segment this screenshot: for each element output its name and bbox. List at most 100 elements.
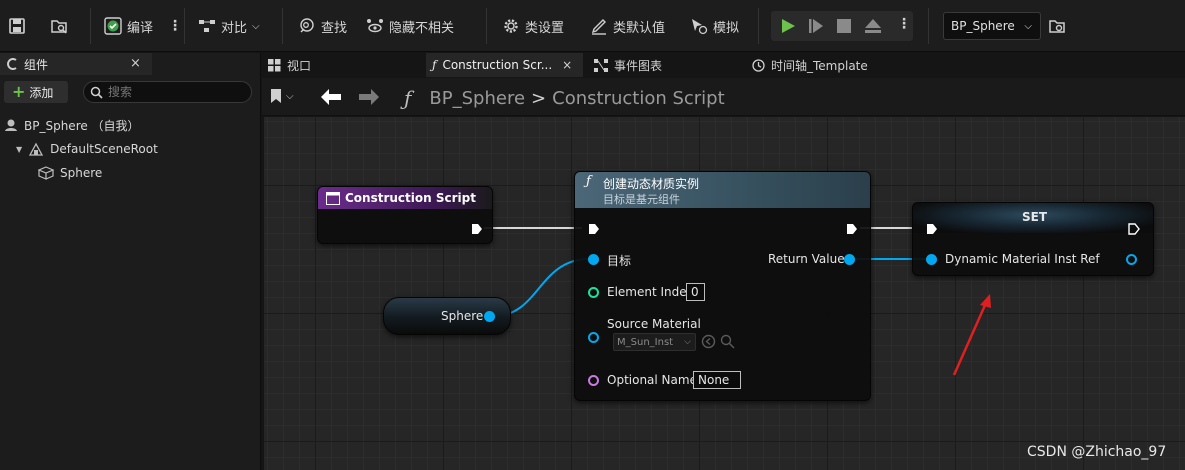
exec-in-pin[interactable] [588,223,600,235]
create-dynamic-material-node[interactable]: ƒ 创建动态材质实例 目标是基元组件 目标 Element Index 0 So… [574,171,871,401]
target-pin[interactable] [588,254,599,265]
use-selected-asset-icon[interactable] [701,334,716,349]
toolbar-divider [928,8,929,44]
close-icon[interactable]: × [130,56,141,71]
tree-item-label: BP_Sphere （自我） [24,118,140,133]
source-material-pin[interactable] [588,332,599,343]
return-value-pin[interactable] [844,254,855,265]
scene-root-icon [29,142,44,156]
tab-event-graph[interactable]: 事件图表 [588,53,738,77]
function-icon: ƒ [404,86,412,110]
compile-options-button[interactable]: ⋮ [168,12,182,40]
node-title: 创建动态材质实例 [603,177,700,191]
target-label: 目标 [607,254,632,268]
annotation-arrow-head [980,294,991,308]
play-options-button[interactable]: ⋮ [897,16,911,32]
event-graph-icon [594,58,608,72]
browse-asset-icon[interactable] [720,334,735,349]
browse-debug-icon[interactable] [1048,17,1066,35]
clock-icon [752,58,765,72]
source-material-label: Source Material [607,317,701,331]
components-icon [7,58,17,70]
find-icon [300,18,314,33]
node-title: Construction Script [345,191,476,205]
tab-construction-script[interactable]: ƒ Construction Scr... × [426,53,583,77]
expand-arrow-icon: ▼ [16,144,23,154]
set-pin-label: Dynamic Material Inst Ref [945,252,1100,266]
set-variable-node[interactable]: SET Dynamic Material Inst Ref [912,202,1154,276]
save-button[interactable] [8,12,26,40]
element-index-pin[interactable] [588,287,599,298]
tab-label: Construction Scr... [442,58,553,72]
dynamic-material-in-pin[interactable] [926,254,937,265]
breadcrumb-root[interactable]: BP_Sphere [429,88,525,109]
exec-out-pin[interactable] [1128,223,1140,235]
tab-label: 视口 [287,58,312,73]
search-input[interactable] [108,85,248,99]
chevron-down-icon: ⌵ [252,20,260,32]
breadcrumb-current: Construction Script [552,87,725,109]
source-material-value: M_Sun_Inst [617,336,674,348]
sphere-variable-node[interactable]: Sphere [383,297,511,335]
bookmark-button[interactable]: ⌵ [270,88,294,104]
node-header: ƒ 创建动态材质实例 目标是基元组件 [575,172,870,208]
close-icon[interactable]: × [562,58,572,72]
exec-in-pin[interactable] [926,223,938,235]
tab-timeline[interactable]: 时间轴_Template [746,53,906,77]
stop-icon[interactable] [837,19,851,33]
tree-item-default-scene-root[interactable]: ▼ DefaultSceneRoot [16,139,158,159]
exec-out-pin[interactable] [471,223,483,235]
compile-label: 编译 [127,20,154,36]
chevron-down-icon: ⌵ [286,90,294,102]
compile-check-icon [104,17,122,35]
hide-unrelated-label: 隐藏不相关 [389,20,455,36]
element-index-field[interactable]: 0 [686,283,705,301]
find-label: 查找 [321,20,348,36]
source-material-select[interactable]: M_Sun_Inst ⌵ [613,333,696,351]
dynamic-material-out-pin[interactable] [1126,254,1137,265]
static-mesh-icon [38,166,54,180]
diff-icon [199,20,215,32]
toolbar-divider [486,8,487,44]
diff-label: 对比 [221,20,248,36]
back-arrow-icon[interactable] [320,88,342,106]
element-index-label: Element Index [607,285,694,299]
add-component-button[interactable]: + 添加 [4,81,68,103]
hide-unrelated-button[interactable]: 隐藏不相关 [366,12,454,40]
debug-object-select[interactable]: BP_Sphere ⌵ [943,12,1041,40]
folder-search-icon [51,20,67,34]
class-settings-button[interactable]: 类设置 [502,12,564,40]
optional-name-field[interactable]: None [693,371,741,389]
bookmark-icon [271,89,281,103]
graph-canvas[interactable]: Construction Script Sphere ƒ 创建动态材质实例 目标… [264,117,1185,470]
component-search[interactable] [83,81,252,103]
compile-button[interactable]: 编译 [104,12,153,40]
optional-name-pin[interactable] [588,375,599,386]
class-settings-label: 类设置 [525,20,565,36]
actor-icon [5,119,17,131]
construction-script-node[interactable]: Construction Script [317,186,493,244]
forward-arrow-icon[interactable] [358,88,380,106]
tree-item-self[interactable]: BP_Sphere （自我） [4,115,140,135]
eject-icon[interactable] [864,18,882,34]
chevron-down-icon: ⌵ [1024,20,1032,32]
class-defaults-button[interactable]: 类默认值 [590,12,665,40]
function-icon: ƒ [432,58,437,72]
class-defaults-icon [591,19,606,35]
class-defaults-label: 类默认值 [613,20,666,36]
tab-label: 事件图表 [614,58,663,73]
tree-item-sphere[interactable]: Sphere [38,163,102,183]
hide-unrelated-icon [367,19,383,33]
sphere-output-pin[interactable] [484,311,495,322]
find-button[interactable]: 查找 [298,12,347,40]
watermark: CSDN @Zhichao_97 [1027,444,1167,460]
browse-button[interactable] [50,12,68,40]
simulate-label: 模拟 [713,20,740,36]
simulate-button[interactable]: 模拟 [690,12,739,40]
optional-name-label: Optional Name [607,373,697,387]
tab-viewport[interactable]: 视口 [262,53,416,77]
step-icon[interactable] [808,18,824,34]
play-icon[interactable] [780,18,796,34]
exec-out-pin[interactable] [846,223,858,235]
diff-button[interactable]: 对比 ⌵ [198,12,260,40]
